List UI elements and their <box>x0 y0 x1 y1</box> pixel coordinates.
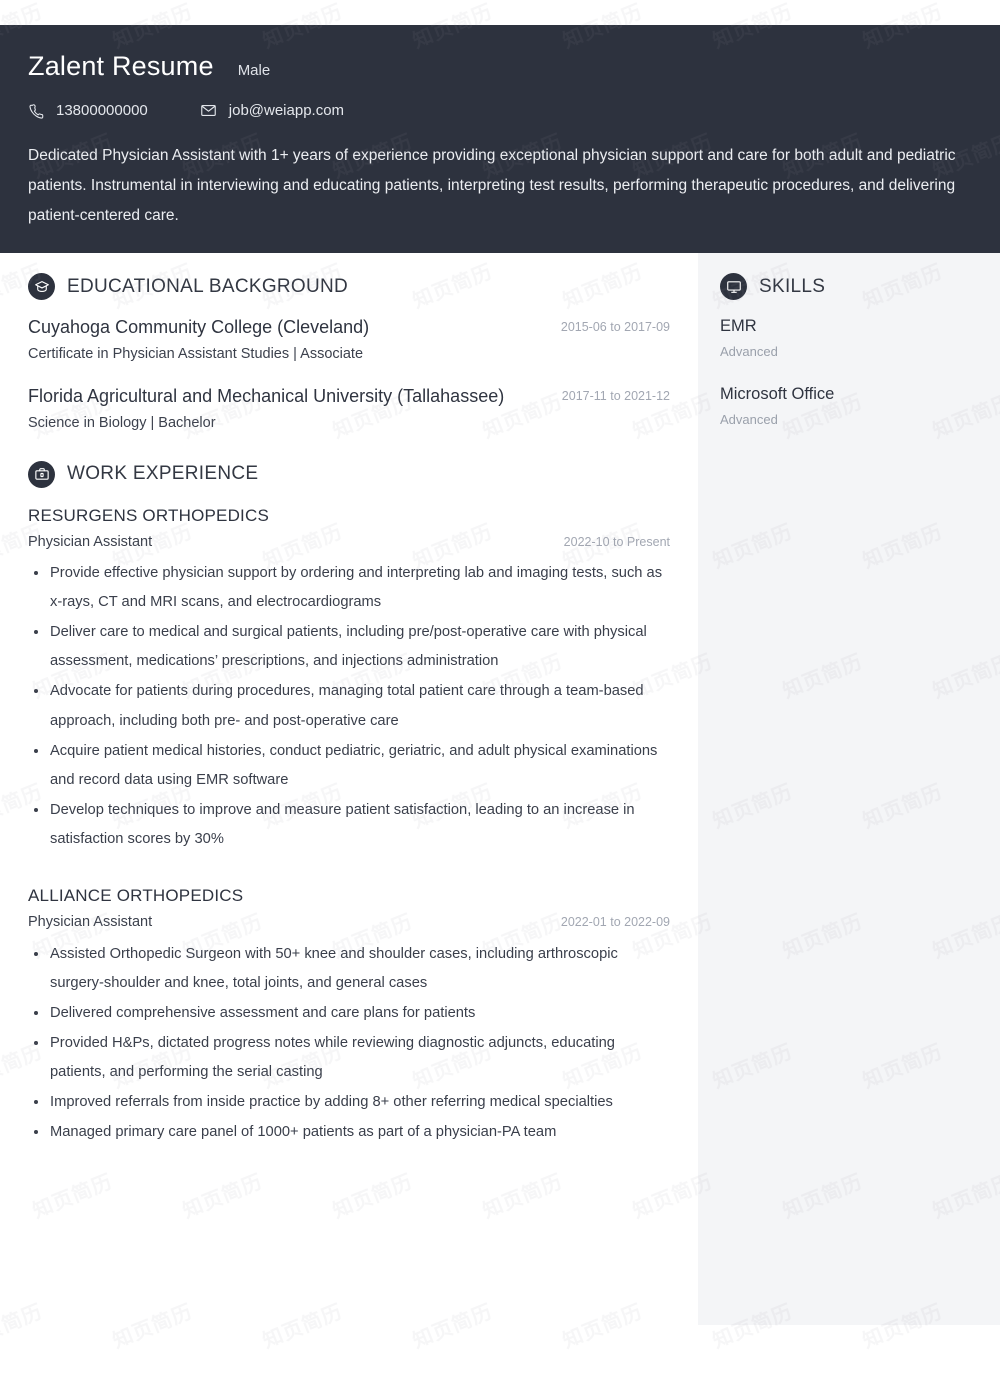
work-company: ALLIANCE ORTHOPEDICS <box>28 886 244 906</box>
work-entry: ALLIANCE ORTHOPEDICS Physician Assistant 2… <box>28 882 670 1147</box>
resume-page: 知页简历 知页简历 知页简历 知页简历 知页简历 知页简历 知页简历 知页简历 知页简历 知页简历… <box>0 0 1000 1385</box>
work-bullet: Assisted Orthopedic Surgeon with 50+ kne… <box>28 940 670 998</box>
work-company: RESURGENS ORTHOPEDICS <box>28 505 269 525</box>
skill-level: Advanced <box>720 343 778 359</box>
education-entry-titles: Florida Agricultural and Mechanical Univ… <box>28 383 526 436</box>
work-bullet: Advocate for patients during procedures,… <box>28 677 670 735</box>
work-bullet: Provide effective physician support by o… <box>28 559 670 617</box>
work-date: 2022-01 to 2022-09 <box>560 915 670 930</box>
work-bullet: Acquire patient medical histories, condu… <box>28 737 670 795</box>
work-bullet-list: Provide effective physician support by o… <box>28 559 670 854</box>
education-entry-top: Florida Agricultural and Mechanical Univ… <box>28 383 670 436</box>
section-title-work: WORK EXPERIENCE <box>67 463 259 485</box>
education-date: 2017-11 to 2021-12 <box>561 389 670 404</box>
profile-summary: Dedicated Physician Assistant with 1+ ye… <box>28 147 956 225</box>
education-school: Cuyahoga Community College (Cleveland) <box>28 317 370 337</box>
work-list: RESURGENS ORTHOPEDICS Physician Assistant… <box>28 502 670 1148</box>
section-header-education: EDUCATIONAL BACKGROUND <box>28 273 670 300</box>
education-date: 2015-06 to 2017-09 <box>560 320 670 334</box>
skill-name: Microsoft Office <box>720 385 835 404</box>
skills-list: EMR Advanced Microsoft Office Advanced <box>720 314 1000 432</box>
work-bullet: Managed primary care panel of 1000+ pati… <box>28 1118 670 1147</box>
section-title-skills: SKILLS <box>759 275 826 297</box>
work-bullet-list: Assisted Orthopedic Surgeon with 50+ kne… <box>28 940 670 1148</box>
main-column: EDUCATIONAL BACKGROUND Cuyahoga Communit… <box>0 253 698 1175</box>
work-bullet: Improved referrals from inside practice … <box>28 1088 670 1117</box>
monitor-icon <box>720 273 747 300</box>
education-entry: Florida Agricultural and Mechanical Univ… <box>28 383 670 436</box>
candidate-name: Zalent Resume <box>28 51 214 81</box>
phone-number: 13800000000 <box>56 102 148 119</box>
education-degree: Science in Biology | Bachelor <box>28 415 216 432</box>
section-header-work: WORK EXPERIENCE <box>28 460 670 488</box>
skill-item: Microsoft Office Advanced <box>720 382 1000 431</box>
work-bullet: Provided H&Ps, dictated progress notes w… <box>28 1029 670 1087</box>
skill-name: EMR <box>720 317 757 335</box>
work-bullet: Develop techniques to improve and measur… <box>28 796 670 854</box>
name-row: Zalent Resume Male <box>28 51 972 82</box>
resume-header: Zalent Resume Male 13800000000 job@weiap… <box>0 25 1000 253</box>
skills-sidebar: SKILLS EMR Advanced Microsoft Office Advanc… <box>698 253 1000 1325</box>
skill-item: EMR Advanced <box>720 314 1000 363</box>
email-address: job@weiapp.com <box>228 102 345 119</box>
work-bullet: Deliver care to medical and surgical pat… <box>28 618 670 676</box>
work-entry-row: Physician Assistant 2022-10 to Present <box>28 529 670 555</box>
education-entry-titles: Cuyahoga Community College (Cleveland) Ce… <box>28 314 526 367</box>
contact-phone[interactable]: 13800000000 <box>28 102 148 119</box>
work-date: 2022-10 to Present <box>563 534 670 549</box>
education-school: Florida Agricultural and Mechanical Univ… <box>28 386 505 407</box>
phone-icon <box>28 103 44 119</box>
section-header-skills: SKILLS <box>720 273 1000 300</box>
education-degree: Certificate in Physician Assistant Studi… <box>28 345 364 362</box>
education-list: Cuyahoga Community College (Cleveland) Ce… <box>28 314 670 437</box>
work-entry: RESURGENS ORTHOPEDICS Physician Assistant… <box>28 502 670 855</box>
resume-body: EDUCATIONAL BACKGROUND Cuyahoga Communit… <box>0 253 1000 1325</box>
work-bullet: Delivered comprehensive assessment and c… <box>28 999 670 1028</box>
skill-level: Advanced <box>720 411 778 427</box>
work-entry-row: Physician Assistant 2022-01 to 2022-09 <box>28 909 670 935</box>
envelope-icon <box>200 102 217 119</box>
work-role: Physician Assistant <box>28 533 153 550</box>
candidate-gender: Male <box>237 62 271 79</box>
graduation-cap-icon <box>28 273 55 300</box>
education-entry: Cuyahoga Community College (Cleveland) Ce… <box>28 314 670 367</box>
contact-email[interactable]: job@weiapp.com <box>200 102 344 119</box>
education-entry-top: Cuyahoga Community College (Cleveland) Ce… <box>28 314 670 367</box>
work-role: Physician Assistant <box>28 914 153 931</box>
briefcase-icon <box>28 460 55 488</box>
contact-row: 13800000000 job@weiapp.com <box>28 102 972 119</box>
section-title-education: EDUCATIONAL BACKGROUND <box>67 275 349 297</box>
